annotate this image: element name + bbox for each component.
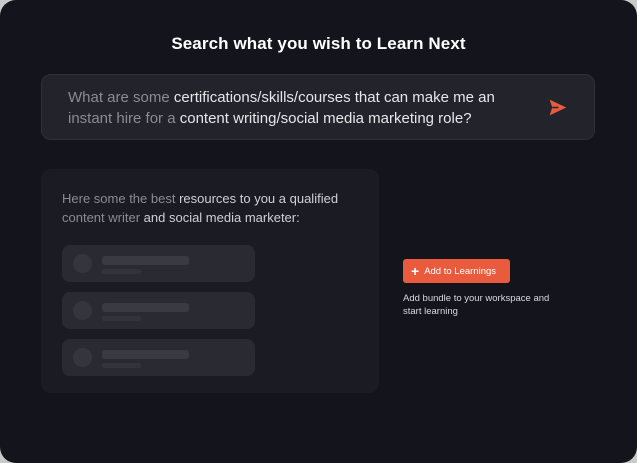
query-segment: certifications/skills/courses that can m… [173,89,495,106]
query-segment: What are some [68,89,174,106]
resource-placeholder [62,245,255,282]
placeholder-subtitle-line [102,316,141,321]
placeholder-subtitle-line [102,269,141,274]
search-query-box[interactable]: What are some certifications/skills/cour… [41,74,595,140]
placeholder-title-line [102,303,189,312]
result-segment: Here some the best [62,191,180,206]
page-title: Search what you wish to Learn Next [171,34,466,53]
query-segment: content writing/social media marketing r… [179,110,472,127]
resource-placeholder [62,292,255,329]
result-segment: resources to you a qualified [179,191,339,206]
placeholder-avatar [73,348,92,367]
add-to-learnings-label: Add to Learnings [424,265,497,277]
result-segment: content writer [62,210,144,225]
search-query-text[interactable]: What are some certifications/skills/cour… [68,87,538,129]
resource-placeholder [62,339,255,376]
send-icon[interactable] [547,97,568,118]
result-segment: and social media marketer: [143,210,300,225]
result-card: Here some the best resources to you a qu… [41,169,379,393]
add-bundle-hint: Add bundle to your workspace and start l… [403,293,550,317]
app-window: Search what you wish to Learn Next What … [0,0,637,463]
placeholder-title-line [102,350,189,359]
add-to-learnings-button[interactable]: + Add to Learnings [403,259,510,283]
placeholder-title-line [102,256,189,265]
result-description: Here some the best resources to you a qu… [62,189,362,227]
placeholder-avatar [73,301,92,320]
placeholder-subtitle-line [102,363,141,368]
plus-icon: + [411,263,420,279]
query-segment: instant hire for a [68,110,180,127]
placeholder-avatar [73,254,92,273]
